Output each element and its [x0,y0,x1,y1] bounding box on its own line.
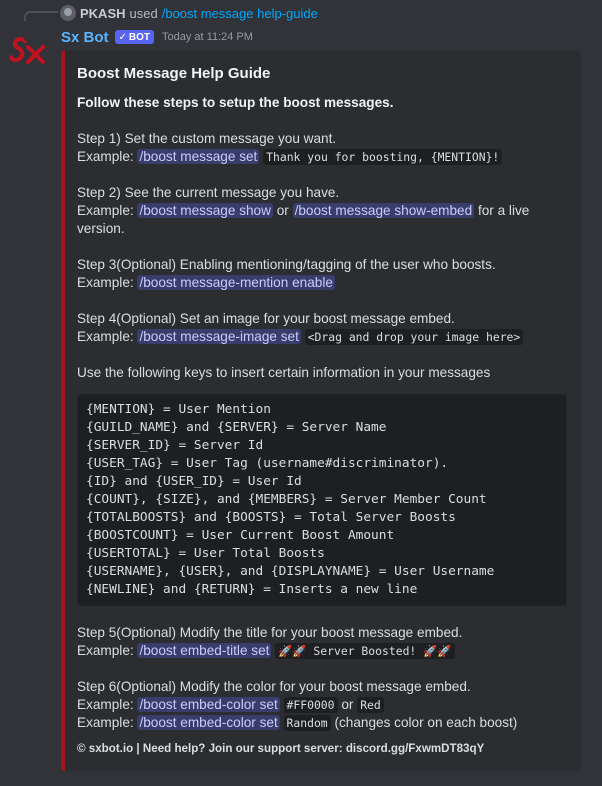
keys-code-block: {MENTION} = User Mention {GUILD_NAME} and… [77,394,567,606]
step-2: Step 2) See the current message you have… [77,184,567,238]
command-mention[interactable]: /boost message show [137,203,273,218]
key-line: {COUNT}, {SIZE}, and {MEMBERS} = Server … [86,492,487,507]
example-label: Example: [77,697,134,712]
step-6: Step 6(Optional) Modify the color for yo… [77,678,567,732]
example-label: Example: [77,329,134,344]
example-label: Example: [77,715,134,730]
command-mention[interactable]: /boost embed-title set [137,643,272,658]
key-line: {SERVER_ID} = Server Id [86,438,264,453]
command-mention[interactable]: /boost embed-color set [137,697,280,712]
step-2-text: Step 2) See the current message you have… [77,185,340,200]
step-3: Step 3(Optional) Enabling mentioning/tag… [77,256,567,292]
step-3-text: Step 3(Optional) Enabling mentioning/tag… [77,257,496,272]
step-1: Step 1) Set the custom message you want.… [77,130,567,166]
embed: Boost Message Help Guide Follow these st… [61,50,581,771]
bot-tag: ✓ BOT [114,30,155,44]
embed-footer: © sxbot.io | Need help? Join our support… [77,742,485,755]
step-5: Step 5(Optional) Modify the title for yo… [77,624,567,660]
key-line: {GUILD_NAME} and {SERVER} = Server Name [86,420,387,435]
step-4-text: Step 4(Optional) Set an image for your b… [77,311,455,326]
or-text: or [276,203,289,218]
inline-code: 🚀🚀 Server Boosted! 🚀🚀 [275,643,455,659]
verified-check-icon: ✓ [118,31,127,43]
step-1-text: Step 1) Set the custom message you want. [77,131,337,146]
bot-tag-label: BOT [128,31,151,43]
sx-logo-icon [10,37,45,64]
reply-username[interactable]: PKASH [80,6,126,21]
key-line: {ID} and {USER_ID} = User Id [86,474,302,489]
example-label: Example: [77,643,134,658]
embed-intro: Follow these steps to setup the boost me… [77,95,394,110]
key-line: {MENTION} = User Mention [86,402,271,417]
key-line: {USERNAME}, {USER}, and {DISPLAYNAME} = … [86,564,495,579]
inline-code: #FF0000 [283,697,338,713]
key-line: {BOOSTCOUNT} = User Current Boost Amount [86,528,395,543]
reply-context[interactable]: PKASH used /boost message help-guide [60,4,318,22]
key-line: {USER_TAG} = User Tag (username#discrimi… [86,456,449,471]
example-label: Example: [77,149,134,164]
bot-username[interactable]: Sx Bot [61,29,109,46]
step-6-suffix: (changes color on each boost) [334,715,518,730]
step-6-text: Step 6(Optional) Modify the color for yo… [77,679,471,694]
command-mention[interactable]: /boost message-image set [137,329,301,344]
reply-command[interactable]: /boost message help-guide [162,6,318,21]
key-line: {USERTOTAL} = User Total Boosts [86,546,325,561]
inline-code: Red [357,697,384,713]
step-5-text: Step 5(Optional) Modify the title for yo… [77,625,463,640]
embed-title: Boost Message Help Guide [77,65,271,82]
key-line: {NEWLINE} and {RETURN} = Inserts a new l… [86,582,418,597]
embed-description: Follow these steps to setup the boost me… [77,94,567,758]
example-label: Example: [77,275,134,290]
key-line: {TOTALBOOSTS} and {BOOSTS} = Total Serve… [86,510,456,525]
example-label: Example: [77,203,134,218]
command-mention[interactable]: /boost message show-embed [292,203,475,218]
reply-avatar[interactable] [60,5,76,21]
command-mention[interactable]: /boost message set [137,149,260,164]
reply-connector [24,11,58,21]
message-header: Sx Bot ✓ BOT Today at 11:24 PM [61,27,253,47]
step-4: Step 4(Optional) Set an image for your b… [77,310,567,346]
inline-code: <Drag and drop your image here> [304,329,524,345]
inline-code: Thank you for boosting, {MENTION}! [263,149,503,165]
timestamp[interactable]: Today at 11:24 PM [162,31,253,43]
keys-intro: Use the following keys to insert certain… [77,365,491,380]
or-text: or [341,697,354,712]
reply-used-text: used [129,5,158,21]
command-mention[interactable]: /boost embed-color set [137,715,280,730]
command-mention[interactable]: /boost message-mention enable [137,275,335,290]
bot-avatar[interactable] [8,30,48,70]
inline-code: Random [283,715,331,731]
